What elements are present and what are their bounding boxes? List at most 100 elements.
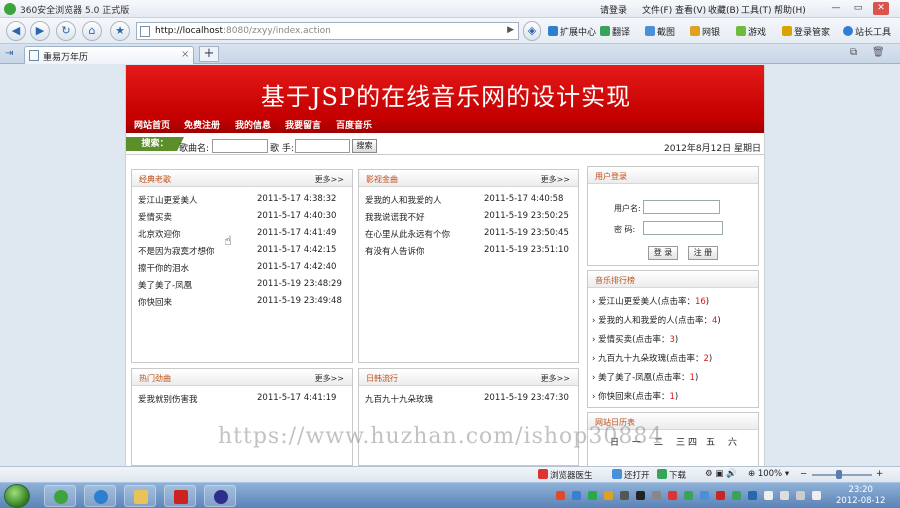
more-link[interactable]: 更多>> xyxy=(315,174,344,185)
address-bar[interactable]: http://localhost:8080/zxyy/index.action … xyxy=(136,22,519,40)
volume-icon[interactable] xyxy=(812,491,821,500)
tab-close-icon[interactable]: × xyxy=(181,49,189,60)
menu-tools[interactable]: 工具(T) xyxy=(741,3,772,16)
nav-baidu-music[interactable]: 百度音乐 xyxy=(336,118,372,131)
ranking-item[interactable]: › 九百九十九朵玫瑰(点击率：2) xyxy=(588,352,758,371)
nav-register[interactable]: 免费注册 xyxy=(184,118,220,131)
new-tab-button[interactable]: + xyxy=(199,46,219,62)
list-item[interactable]: 爱我的人和我爱的人 2011-5-17 4:40:58 xyxy=(359,194,578,211)
nav-home[interactable]: 网站首页 xyxy=(134,118,170,131)
more-link[interactable]: 更多>> xyxy=(315,373,344,384)
list-item[interactable]: 有没有人告诉你 2011-5-19 23:51:10 xyxy=(359,245,578,262)
search-button[interactable]: 搜索 xyxy=(352,139,377,153)
taskbar-ie[interactable] xyxy=(84,485,116,507)
song-date: 2011-5-19 23:51:10 xyxy=(484,245,569,255)
list-item[interactable]: 擦干你的泪水 2011-5-17 4:42:40 xyxy=(132,262,352,279)
zoom-slider[interactable] xyxy=(812,474,872,476)
status-doctor[interactable]: 浏览器医生 xyxy=(538,469,593,481)
go-arrow-icon[interactable]: ▶ xyxy=(507,25,514,35)
back-button[interactable]: ◀ xyxy=(6,21,26,41)
taskbar-explorer[interactable] xyxy=(124,485,156,507)
tray-icon[interactable] xyxy=(764,491,773,500)
restore-tabs-icon[interactable]: ⧉ xyxy=(850,47,857,58)
zoom-out-button[interactable]: − xyxy=(800,469,807,479)
start-button[interactable] xyxy=(4,484,30,508)
tray-icon[interactable] xyxy=(652,491,661,500)
nav-my-info[interactable]: 我的信息 xyxy=(235,118,271,131)
doctor-icon xyxy=(538,469,548,479)
tool-extensions[interactable]: 扩展中心 xyxy=(548,25,596,38)
tool-ebank[interactable]: 网银 xyxy=(690,25,720,38)
tray-icon[interactable] xyxy=(604,491,613,500)
tray-icon[interactable] xyxy=(716,491,725,500)
tray-icon[interactable] xyxy=(556,491,565,500)
nav-message[interactable]: 我要留言 xyxy=(285,118,321,131)
login-button[interactable]: 登 录 xyxy=(648,246,678,260)
tool-webmaster[interactable]: 站长工具 xyxy=(843,25,891,38)
zoom-in-button[interactable]: + xyxy=(876,469,883,479)
ranking-item[interactable]: › 爱我的人和我爱的人(点击率：4) xyxy=(588,314,758,333)
more-link[interactable]: 更多>> xyxy=(541,373,570,384)
login-link[interactable]: 请登录 xyxy=(600,3,627,16)
sidebar-toggle-icon[interactable]: ⇥ xyxy=(5,48,13,59)
song-name-input[interactable] xyxy=(212,139,268,153)
tool-screenshot[interactable]: 截图 xyxy=(645,25,675,38)
tray-icon[interactable] xyxy=(588,491,597,500)
tray-icon[interactable] xyxy=(748,491,757,500)
list-item[interactable]: 九百九十九朵玫瑰 2011-5-19 23:47:30 xyxy=(359,393,578,410)
ranking-item[interactable]: › 爱江山更爱美人(点击率：16) xyxy=(588,295,758,314)
ranking-item[interactable]: › 爱情买卖(点击率：3) xyxy=(588,333,758,352)
favorite-button[interactable]: ★ xyxy=(110,21,130,41)
username-input[interactable] xyxy=(643,200,720,214)
list-item[interactable]: 爱我就别伤害我 2011-5-17 4:41:19 xyxy=(132,393,352,410)
tool-login-manager[interactable]: 登录管家 xyxy=(782,25,830,38)
status-reopen[interactable]: 还打开 xyxy=(612,469,650,481)
menu-view[interactable]: 查看(V) xyxy=(675,3,706,16)
tray-icon[interactable] xyxy=(620,491,629,500)
taskbar-app[interactable] xyxy=(164,485,196,507)
list-item[interactable]: 美了美了-凤凰 2011-5-19 23:48:29 xyxy=(132,279,352,296)
menu-file[interactable]: 文件(F) xyxy=(642,3,672,16)
tray-icon[interactable] xyxy=(668,491,677,500)
tab-current[interactable]: 重易万年历 × xyxy=(24,46,194,64)
refresh-button[interactable]: ↻ xyxy=(56,21,76,41)
network-icon[interactable] xyxy=(796,491,805,500)
tray-icon[interactable] xyxy=(732,491,741,500)
zoom-level[interactable]: ⊕ 100% ▾ xyxy=(748,469,789,479)
more-link[interactable]: 更多>> xyxy=(541,174,570,185)
list-item[interactable]: 在心里从此永远有个你 2011-5-19 23:50:45 xyxy=(359,228,578,245)
tray-icon[interactable] xyxy=(700,491,709,500)
list-item[interactable]: 北京欢迎你 2011-5-17 4:41:49 xyxy=(132,228,352,245)
security-shield-button[interactable]: ◈ xyxy=(523,21,541,41)
singer-input[interactable] xyxy=(295,139,350,153)
minimize-button[interactable]: — xyxy=(828,2,844,15)
taskbar-clock[interactable]: 23:20 2012-08-12 xyxy=(836,485,885,507)
close-button[interactable]: ✕ xyxy=(873,2,889,15)
list-item[interactable]: 爱情买卖 2011-5-17 4:40:30 xyxy=(132,211,352,228)
trash-icon[interactable]: 🗑 xyxy=(872,47,885,58)
status-download[interactable]: 下载 xyxy=(657,469,686,481)
menu-help[interactable]: 帮助(H) xyxy=(774,3,806,16)
ranking-item[interactable]: › 美了美了-凤凰(点击率：1) xyxy=(588,371,758,390)
tool-games[interactable]: 游戏 xyxy=(736,25,766,38)
zoom-slider-handle[interactable] xyxy=(836,470,842,479)
list-item[interactable]: 你快回来 2011-5-19 23:49:48 xyxy=(132,296,352,313)
tray-icon[interactable] xyxy=(636,491,645,500)
menu-favorites[interactable]: 收藏(B) xyxy=(708,3,739,16)
status-tools[interactable]: ⚙ ▣ 🔊 xyxy=(705,469,737,479)
home-button[interactable]: ⌂ xyxy=(82,21,102,41)
forward-button[interactable]: ▶ xyxy=(30,21,50,41)
list-item[interactable]: 爱江山更爱美人 2011-5-17 4:38:32 xyxy=(132,194,352,211)
maximize-button[interactable]: ▭ xyxy=(850,2,866,15)
register-button[interactable]: 注 册 xyxy=(688,246,718,260)
taskbar-360-browser[interactable] xyxy=(44,485,76,507)
tray-icon[interactable] xyxy=(684,491,693,500)
ranking-item[interactable]: › 你快回来(点击率：1) xyxy=(588,390,758,409)
password-input[interactable] xyxy=(643,221,723,235)
tray-icon[interactable] xyxy=(572,491,581,500)
tray-icon[interactable] xyxy=(780,491,789,500)
list-item[interactable]: 我我说谎我不好 2011-5-19 23:50:25 xyxy=(359,211,578,228)
taskbar-eclipse[interactable] xyxy=(204,485,236,507)
tool-translate[interactable]: 翻译 xyxy=(600,25,630,38)
list-item[interactable]: 不是因为寂寞才想你 2011-5-17 4:42:15 xyxy=(132,245,352,262)
